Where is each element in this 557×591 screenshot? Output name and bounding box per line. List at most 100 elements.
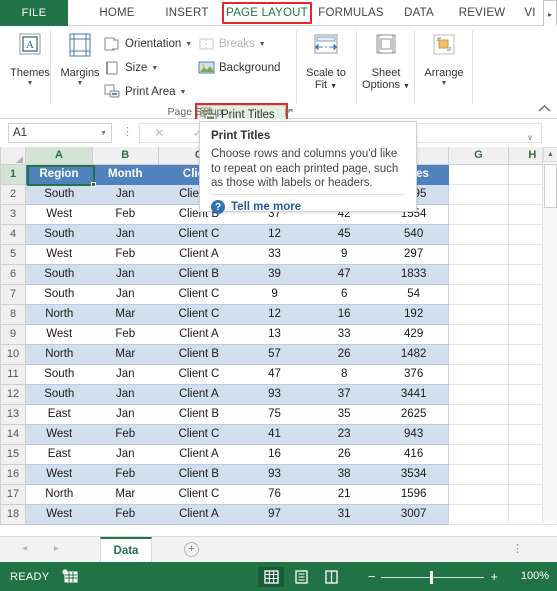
cell-G15[interactable] — [448, 443, 509, 465]
page-layout-view-button[interactable] — [288, 567, 314, 587]
collapse-ribbon-button[interactable] — [538, 104, 551, 116]
sheet-bar-more-icon[interactable]: ⋮ — [512, 544, 523, 555]
cell-A15[interactable]: East — [25, 443, 93, 465]
cell-C5[interactable]: Client A — [158, 243, 240, 265]
column-header-g[interactable]: G — [448, 147, 509, 165]
cell-C6[interactable]: Client B — [158, 263, 240, 285]
tab-data[interactable]: DATA — [392, 0, 446, 26]
row-header-3[interactable]: 3 — [0, 203, 27, 225]
cell-A10[interactable]: North — [25, 343, 93, 365]
cell-F13[interactable]: 2625 — [378, 403, 450, 425]
cell-E10[interactable]: 26 — [309, 343, 379, 365]
cell-E11[interactable]: 8 — [309, 363, 379, 385]
cell-G18[interactable] — [448, 503, 509, 525]
column-header-b[interactable]: B — [91, 147, 159, 165]
cell-G11[interactable] — [448, 363, 509, 385]
cell-F4[interactable]: 540 — [378, 223, 450, 245]
cell-B13[interactable]: Jan — [92, 403, 159, 425]
cell-D15[interactable]: 16 — [239, 443, 310, 465]
cell-A4[interactable]: South — [25, 223, 93, 245]
cell-D4[interactable]: 12 — [239, 223, 310, 245]
cell-B5[interactable]: Feb — [92, 243, 159, 265]
cell-F17[interactable]: 1596 — [378, 483, 450, 505]
print-area-button[interactable]: Print Area ▼ — [104, 82, 186, 102]
cell-B10[interactable]: Mar — [92, 343, 159, 365]
cell-A6[interactable]: South — [25, 263, 93, 285]
cell-D11[interactable]: 47 — [239, 363, 310, 385]
zoom-thumb[interactable] — [430, 571, 433, 584]
cell-B18[interactable]: Feb — [92, 503, 159, 525]
cell-A9[interactable]: West — [25, 323, 93, 345]
cell-C7[interactable]: Client C — [158, 283, 240, 305]
row-header-8[interactable]: 8 — [0, 303, 27, 325]
cell-D8[interactable]: 12 — [239, 303, 310, 325]
background-button[interactable]: Background — [198, 58, 280, 78]
row-header-5[interactable]: 5 — [0, 243, 27, 265]
cell-G13[interactable] — [448, 403, 509, 425]
chevron-down-icon[interactable]: ▼ — [100, 130, 107, 137]
tab-page-layout[interactable]: PAGE LAYOUT — [224, 0, 310, 26]
cell-G14[interactable] — [448, 423, 509, 445]
cell-B1[interactable]: Month — [91, 163, 159, 185]
record-macro-icon[interactable] — [62, 569, 78, 589]
tab-scroll-right-button[interactable]: ▸ — [543, 0, 557, 28]
cell-G6[interactable] — [448, 263, 509, 285]
tab-review[interactable]: REVIEW — [450, 0, 514, 26]
cell-E6[interactable]: 47 — [309, 263, 379, 285]
cell-B12[interactable]: Jan — [92, 383, 159, 405]
row-header-10[interactable]: 10 — [0, 343, 27, 365]
scale-to-fit-button[interactable]: Scale to Fit ▼ — [300, 32, 352, 93]
sheet-tab-data[interactable]: Data — [100, 537, 152, 562]
arrange-button[interactable]: Arrange ▼ — [418, 32, 470, 88]
cell-A2[interactable]: South — [25, 183, 93, 205]
scroll-up-arrow[interactable]: ▲ — [543, 147, 557, 162]
orientation-button[interactable]: Orientation ▼ — [104, 34, 192, 54]
tab-file[interactable]: FILE — [0, 0, 68, 26]
cell-A17[interactable]: North — [25, 483, 93, 505]
page-break-preview-button[interactable] — [318, 567, 344, 587]
sheet-options-button[interactable]: Sheet Options ▼ — [360, 32, 412, 93]
cell-A11[interactable]: South — [25, 363, 93, 385]
expand-formula-bar-icon[interactable]: ∨ — [527, 133, 533, 142]
cell-E17[interactable]: 21 — [309, 483, 379, 505]
zoom-level-label[interactable]: 100% — [521, 570, 549, 582]
cell-G12[interactable] — [448, 383, 509, 405]
cell-D10[interactable]: 57 — [239, 343, 310, 365]
cell-C4[interactable]: Client C — [158, 223, 240, 245]
cell-F16[interactable]: 3534 — [378, 463, 450, 485]
row-header-18[interactable]: 18 — [0, 503, 27, 525]
cell-G16[interactable] — [448, 463, 509, 485]
cell-A1[interactable]: Region — [25, 163, 93, 185]
row-header-15[interactable]: 15 — [0, 443, 27, 465]
zoom-in-button[interactable]: + — [490, 570, 498, 583]
cell-C18[interactable]: Client A — [158, 503, 240, 525]
cell-C8[interactable]: Client C — [158, 303, 240, 325]
cell-G7[interactable] — [448, 283, 509, 305]
cell-D13[interactable]: 75 — [239, 403, 310, 425]
row-header-17[interactable]: 17 — [0, 483, 27, 505]
cell-G9[interactable] — [448, 323, 509, 345]
tab-formulas[interactable]: FORMULAS — [314, 0, 388, 26]
cell-D16[interactable]: 93 — [239, 463, 310, 485]
cell-A5[interactable]: West — [25, 243, 93, 265]
select-all-corner[interactable] — [0, 147, 27, 165]
cell-E4[interactable]: 45 — [309, 223, 379, 245]
cell-B3[interactable]: Feb — [92, 203, 159, 225]
row-header-11[interactable]: 11 — [0, 363, 27, 385]
cell-F14[interactable]: 943 — [378, 423, 450, 445]
cell-C10[interactable]: Client B — [158, 343, 240, 365]
cell-F8[interactable]: 192 — [378, 303, 450, 325]
cell-C15[interactable]: Client A — [158, 443, 240, 465]
cell-B15[interactable]: Jan — [92, 443, 159, 465]
cell-E12[interactable]: 37 — [309, 383, 379, 405]
cell-B11[interactable]: Jan — [92, 363, 159, 385]
tab-home[interactable]: HOME — [84, 0, 150, 26]
row-header-7[interactable]: 7 — [0, 283, 27, 305]
cell-F18[interactable]: 3007 — [378, 503, 450, 525]
row-header-12[interactable]: 12 — [0, 383, 27, 405]
row-header-13[interactable]: 13 — [0, 403, 27, 425]
cell-A14[interactable]: West — [25, 423, 93, 445]
cell-G17[interactable] — [448, 483, 509, 505]
cell-C16[interactable]: Client B — [158, 463, 240, 485]
cell-E7[interactable]: 6 — [309, 283, 379, 305]
